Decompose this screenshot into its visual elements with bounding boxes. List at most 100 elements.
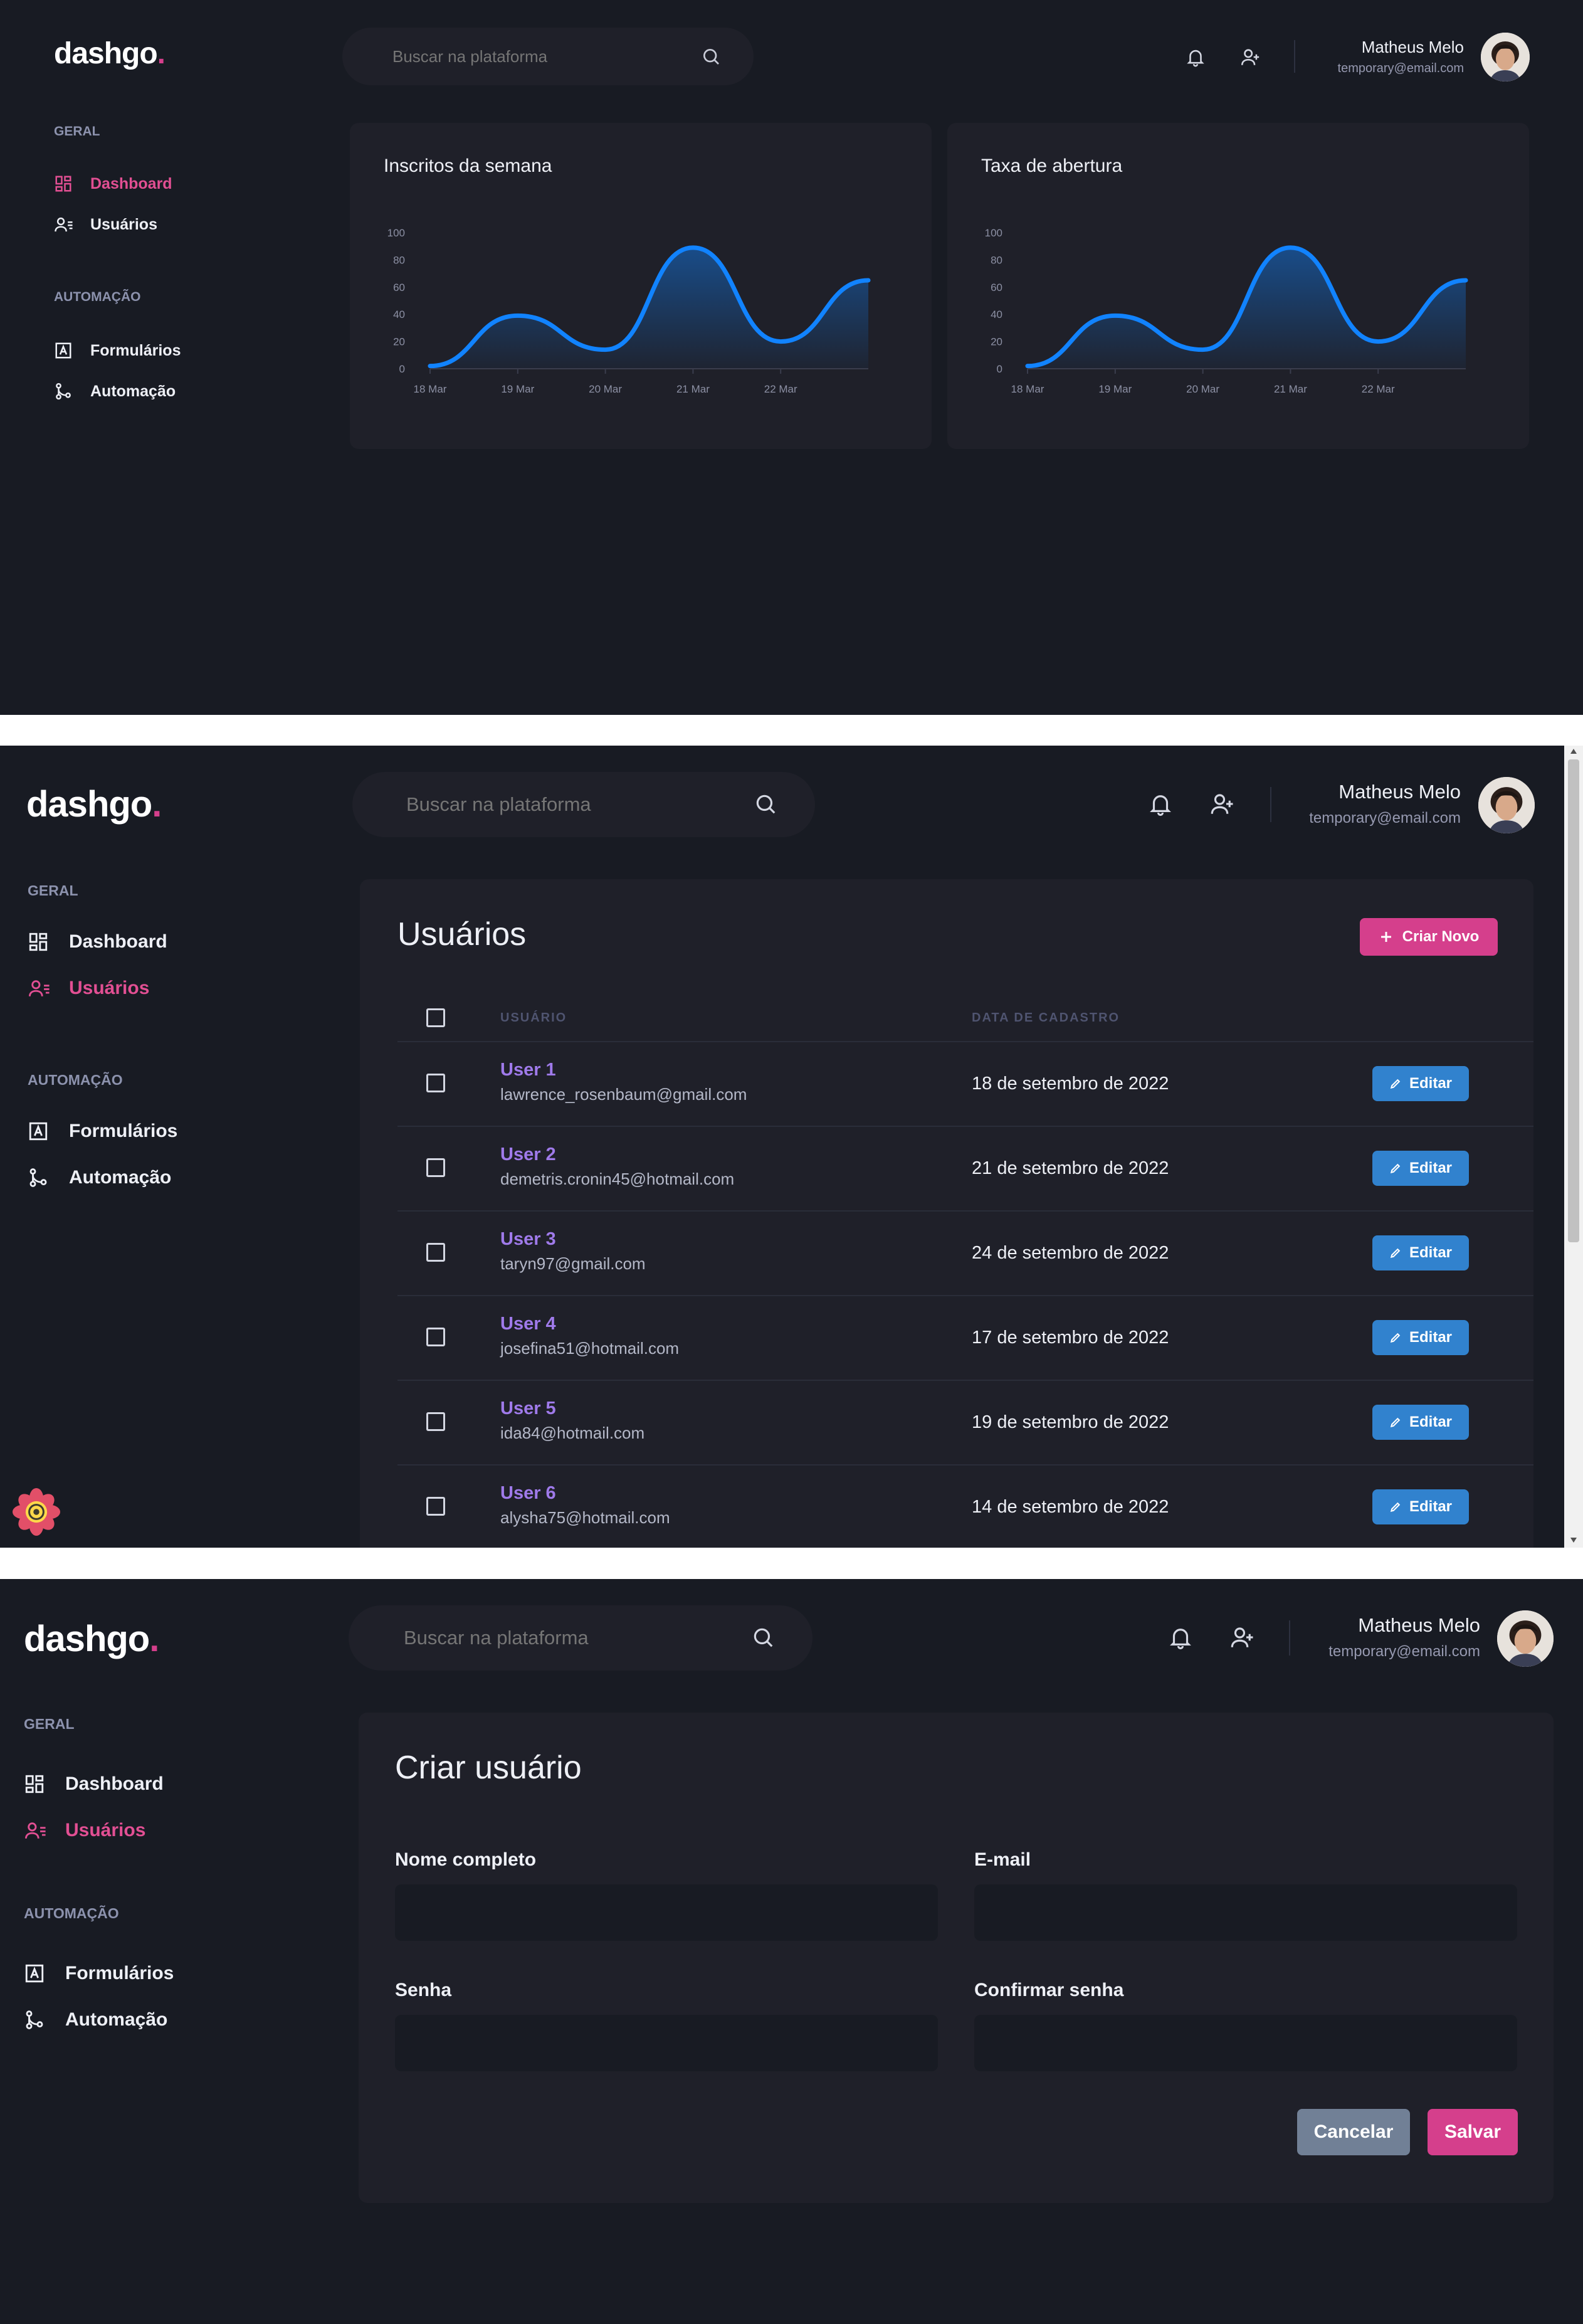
sidebar-item-automation[interactable]: Automação xyxy=(54,382,176,401)
search-bar[interactable] xyxy=(349,1605,813,1671)
search-bar[interactable] xyxy=(352,772,815,837)
avatar[interactable] xyxy=(1497,1610,1554,1667)
table-row: User 2 demetris.cronin45@hotmail.com 21 … xyxy=(397,1126,1533,1210)
x-tick-label: 19 Mar xyxy=(501,383,534,395)
user-name-link[interactable]: User 5 xyxy=(500,1398,556,1419)
save-button[interactable]: Salvar xyxy=(1428,2109,1518,2155)
user-email: alysha75@hotmail.com xyxy=(500,1508,670,1527)
x-tick-label: 20 Mar xyxy=(589,383,622,395)
row-checkbox[interactable] xyxy=(426,1158,445,1177)
header-divider xyxy=(1289,1620,1290,1656)
search-icon[interactable] xyxy=(701,46,721,66)
header-divider xyxy=(1294,40,1295,73)
user-name: Matheus Melo xyxy=(1361,38,1464,56)
sidebar-item-users[interactable]: Usuários xyxy=(24,1820,145,1841)
scroll-up-icon[interactable] xyxy=(1570,748,1577,754)
edit-label: Editar xyxy=(1409,1329,1452,1346)
bell-icon[interactable] xyxy=(1147,791,1174,817)
sidebar-item-label: Usuários xyxy=(90,215,157,233)
edit-button[interactable]: Editar xyxy=(1372,1320,1469,1355)
sidebar-item-forms[interactable]: Formulários xyxy=(24,1963,174,1984)
y-tick-label: 20 xyxy=(991,336,1002,348)
y-tick-label: 80 xyxy=(393,254,405,266)
users-icon xyxy=(25,1822,46,1839)
edit-label: Editar xyxy=(1409,1075,1452,1092)
edit-button[interactable]: Editar xyxy=(1372,1151,1469,1186)
sidebar-item-automation[interactable]: Automação xyxy=(28,1167,171,1188)
git-merge-icon xyxy=(56,383,71,400)
confirm-password-field[interactable] xyxy=(974,2015,1517,2071)
logo-text: dashgo xyxy=(26,784,152,825)
logo[interactable]: dashgo. xyxy=(26,783,162,825)
edit-button[interactable]: Editar xyxy=(1372,1489,1469,1524)
row-checkbox[interactable] xyxy=(426,1074,445,1092)
avatar[interactable] xyxy=(1478,777,1535,833)
logo[interactable]: dashgo. xyxy=(54,36,166,71)
user-name-link[interactable]: User 6 xyxy=(500,1483,556,1504)
sidebar-item-label: Automação xyxy=(65,2009,168,2030)
user-name-link[interactable]: User 1 xyxy=(500,1060,556,1080)
user-add-icon[interactable] xyxy=(1209,791,1235,817)
table-row: User 4 josefina51@hotmail.com 17 de sete… xyxy=(397,1295,1533,1380)
sidebar-section-general: GERAL xyxy=(28,882,78,899)
sidebar-item-users[interactable]: Usuários xyxy=(28,978,149,999)
registration-date: 18 de setembro de 2022 xyxy=(972,1074,1169,1094)
x-tick-label: 20 Mar xyxy=(1186,383,1219,395)
row-checkbox[interactable] xyxy=(426,1328,445,1346)
registration-date: 21 de setembro de 2022 xyxy=(972,1158,1169,1178)
edit-button[interactable]: Editar xyxy=(1372,1066,1469,1101)
user-email: taryn97@gmail.com xyxy=(500,1254,646,1273)
registration-date: 19 de setembro de 2022 xyxy=(972,1412,1169,1432)
sidebar-item-dashboard[interactable]: Dashboard xyxy=(54,174,172,193)
avatar-image xyxy=(1481,33,1530,82)
user-add-icon[interactable] xyxy=(1229,1624,1255,1651)
bell-icon[interactable] xyxy=(1167,1624,1194,1651)
scroll-down-icon[interactable] xyxy=(1570,1537,1577,1543)
table-row: User 3 taryn97@gmail.com 24 de setembro … xyxy=(397,1210,1533,1295)
search-icon[interactable] xyxy=(751,1625,775,1649)
react-query-devtools-icon[interactable] xyxy=(13,1488,60,1536)
email-field[interactable] xyxy=(974,1884,1517,1941)
user-email: demetris.cronin45@hotmail.com xyxy=(500,1170,735,1188)
sidebar-item-label: Dashboard xyxy=(65,1773,164,1794)
column-header-user: USUÁRIO xyxy=(500,1011,567,1025)
y-tick-label: 60 xyxy=(393,282,405,293)
sidebar-item-automation[interactable]: Automação xyxy=(24,2009,167,2031)
table-row: User 6 alysha75@hotmail.com 14 de setemb… xyxy=(397,1464,1533,1548)
bell-icon[interactable] xyxy=(1185,46,1206,68)
search-input[interactable] xyxy=(404,1624,730,1652)
user-add-icon[interactable] xyxy=(1239,46,1261,68)
sidebar-item-dashboard[interactable]: Dashboard xyxy=(24,1773,164,1795)
row-checkbox[interactable] xyxy=(426,1412,445,1431)
chart-card-subscribers: Inscritos da semana 0 20 40 60 80 100 18 Mar 19… xyxy=(350,123,932,449)
select-all-checkbox[interactable] xyxy=(426,1008,445,1027)
sidebar-item-forms[interactable]: Formulários xyxy=(28,1121,177,1142)
search-icon[interactable] xyxy=(754,792,777,816)
search-bar[interactable] xyxy=(342,28,754,85)
sidebar-item-users[interactable]: Usuários xyxy=(54,215,157,234)
search-input[interactable] xyxy=(392,43,681,70)
password-field[interactable] xyxy=(395,2015,938,2071)
sidebar-item-dashboard[interactable]: Dashboard xyxy=(28,931,167,953)
create-user-button[interactable]: Criar Novo xyxy=(1360,918,1498,956)
pencil-icon xyxy=(1390,1417,1401,1428)
row-checkbox[interactable] xyxy=(426,1497,445,1516)
name-field[interactable] xyxy=(395,1884,938,1941)
edit-button[interactable]: Editar xyxy=(1372,1235,1469,1270)
scrollbar-track[interactable] xyxy=(1564,746,1583,1548)
user-name-link[interactable]: User 2 xyxy=(500,1144,556,1165)
search-input[interactable] xyxy=(406,791,732,818)
users-screen: dashgo. Matheus Melo temporary@email.com… xyxy=(0,746,1583,1548)
avatar[interactable] xyxy=(1481,33,1530,82)
sidebar-item-forms[interactable]: Formulários xyxy=(54,341,181,360)
scrollbar-thumb[interactable] xyxy=(1568,759,1579,1242)
cancel-button[interactable]: Cancelar xyxy=(1297,2109,1410,2155)
pencil-icon xyxy=(1390,1248,1401,1259)
pencil-icon xyxy=(1390,1163,1401,1174)
logo[interactable]: dashgo. xyxy=(24,1618,159,1660)
user-name-link[interactable]: User 4 xyxy=(500,1314,556,1334)
user-name-link[interactable]: User 3 xyxy=(500,1229,556,1250)
row-checkbox[interactable] xyxy=(426,1243,445,1262)
edit-button[interactable]: Editar xyxy=(1372,1405,1469,1440)
column-header-date: DATA DE CADASTRO xyxy=(972,1011,1120,1025)
